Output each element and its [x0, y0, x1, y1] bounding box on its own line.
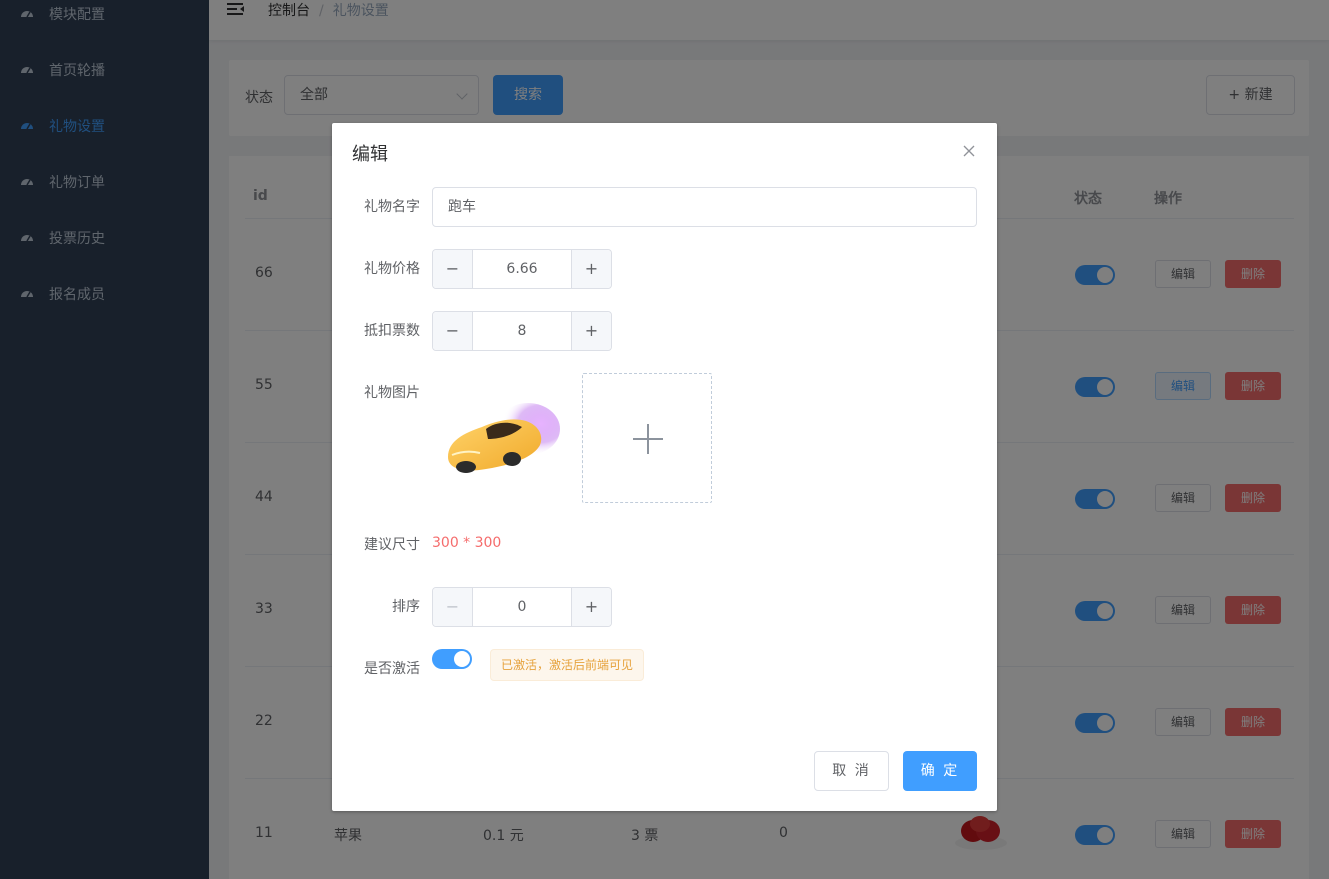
sports-car-image [442, 393, 560, 479]
active-label: 是否激活 [364, 661, 420, 677]
gift-image-label: 礼物图片 [364, 385, 420, 401]
gift-price-label: 礼物价格 [364, 261, 420, 277]
increment-button[interactable]: + [571, 312, 611, 350]
votes-input[interactable]: 8 [473, 312, 571, 350]
decrement-button[interactable]: − [433, 250, 473, 288]
decrement-button[interactable]: − [433, 588, 473, 626]
edit-dialog: 编辑 礼物名字 跑车 礼物价格 − 6.66 + 抵扣票数 − 8 + 礼物图片 [332, 123, 997, 811]
increment-button[interactable]: + [571, 250, 611, 288]
size-hint-label: 建议尺寸 [364, 537, 420, 553]
close-icon[interactable] [963, 145, 975, 157]
gift-price-stepper: − 6.66 + [432, 249, 612, 289]
sort-input[interactable]: 0 [473, 588, 571, 626]
votes-label: 抵扣票数 [364, 323, 420, 339]
confirm-button[interactable]: 确 定 [903, 751, 977, 791]
image-uploader[interactable] [582, 373, 712, 503]
gift-name-input[interactable]: 跑车 [432, 187, 977, 227]
decrement-button[interactable]: − [433, 312, 473, 350]
active-switch[interactable] [432, 649, 472, 669]
cancel-button[interactable]: 取 消 [814, 751, 889, 791]
size-hint-value: 300 * 300 [432, 535, 502, 551]
sort-label: 排序 [392, 599, 420, 615]
increment-button[interactable]: + [571, 588, 611, 626]
active-hint-tag: 已激活，激活后前端可见 [490, 649, 645, 681]
gift-price-input[interactable]: 6.66 [473, 250, 571, 288]
sort-stepper: − 0 + [432, 587, 612, 627]
dialog-title: 编辑 [352, 144, 388, 165]
votes-stepper: − 8 + [432, 311, 612, 351]
gift-name-label: 礼物名字 [364, 199, 420, 215]
